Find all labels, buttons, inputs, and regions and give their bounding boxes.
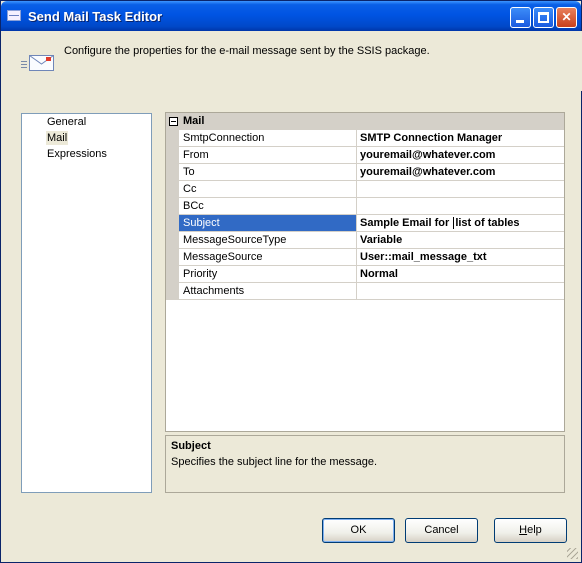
- category-row-mail[interactable]: Mail: [166, 113, 564, 130]
- property-name: Attachments: [179, 283, 357, 299]
- grid-gutter: [166, 130, 179, 300]
- property-value[interactable]: [357, 181, 564, 197]
- property-value[interactable]: youremail@whatever.com: [357, 164, 564, 180]
- collapse-icon[interactable]: [169, 117, 178, 126]
- window-title: Send Mail Task Editor: [28, 9, 163, 24]
- property-name: MessageSource: [179, 249, 357, 265]
- nav-item-expressions[interactable]: Expressions: [46, 147, 108, 161]
- nav-item-general[interactable]: General: [46, 115, 87, 129]
- help-button-label: Help: [519, 524, 542, 536]
- property-value[interactable]: youremail@whatever.com: [357, 147, 564, 163]
- property-row-messagesource[interactable]: MessageSource User::mail_message_txt: [179, 249, 564, 266]
- cancel-button[interactable]: Cancel: [405, 518, 478, 543]
- property-row-attachments[interactable]: Attachments: [179, 283, 564, 300]
- property-row-to[interactable]: To youremail@whatever.com: [179, 164, 564, 181]
- category-label: Mail: [183, 115, 205, 127]
- property-description-panel: Subject Specifies the subject line for t…: [165, 435, 565, 493]
- property-row-smtpconnection[interactable]: SmtpConnection SMTP Connection Manager: [179, 130, 564, 147]
- property-row-bcc[interactable]: BCc: [179, 198, 564, 215]
- property-value[interactable]: User::mail_message_txt: [357, 249, 564, 265]
- resize-grip[interactable]: [567, 548, 578, 559]
- property-value[interactable]: Normal: [357, 266, 564, 282]
- subject-text-before-caret: Sample Email for: [360, 217, 453, 229]
- nav-item-mail[interactable]: Mail: [46, 131, 69, 145]
- description-text: Specifies the subject line for the messa…: [171, 456, 378, 468]
- property-name: Cc: [179, 181, 357, 197]
- property-value[interactable]: [357, 283, 564, 299]
- window-icon: [7, 10, 21, 21]
- description-title: Subject: [171, 440, 211, 452]
- property-value[interactable]: [357, 198, 564, 214]
- close-button[interactable]: ✕: [556, 7, 577, 28]
- property-name: From: [179, 147, 357, 163]
- property-value[interactable]: Variable: [357, 232, 564, 248]
- property-row-from[interactable]: From youremail@whatever.com: [179, 147, 564, 164]
- property-value[interactable]: SMTP Connection Manager: [357, 130, 564, 146]
- header-area: Configure the properties for the e-mail …: [2, 31, 582, 91]
- property-name: Priority: [179, 266, 357, 282]
- property-row-priority[interactable]: Priority Normal: [179, 266, 564, 283]
- title-bar[interactable]: Send Mail Task Editor ✕: [1, 1, 581, 31]
- property-name: SmtpConnection: [179, 130, 357, 146]
- maximize-button[interactable]: [533, 7, 554, 28]
- mail-task-icon: [21, 55, 54, 71]
- property-name: BCc: [179, 198, 357, 214]
- property-grid: Mail SmtpConnection SMTP Connection Mana…: [165, 112, 565, 432]
- header-description: Configure the properties for the e-mail …: [64, 45, 430, 57]
- property-row-cc[interactable]: Cc: [179, 181, 564, 198]
- ok-button[interactable]: OK: [322, 518, 395, 543]
- property-name: MessageSourceType: [179, 232, 357, 248]
- subject-text-after-caret: list of tables: [455, 217, 520, 229]
- property-name: Subject: [179, 215, 357, 231]
- property-row-messagesourcetype[interactable]: MessageSourceType Variable: [179, 232, 564, 249]
- help-button[interactable]: Help: [494, 518, 567, 543]
- subject-value-input[interactable]: Sample Email for list of tables: [357, 215, 564, 231]
- property-row-subject[interactable]: Subject Sample Email for list of tables: [179, 215, 564, 232]
- page-list: General Mail Expressions: [21, 113, 152, 493]
- property-name: To: [179, 164, 357, 180]
- minimize-button[interactable]: [510, 7, 531, 28]
- send-mail-task-editor-window: Send Mail Task Editor ✕ Configure the pr…: [0, 0, 582, 563]
